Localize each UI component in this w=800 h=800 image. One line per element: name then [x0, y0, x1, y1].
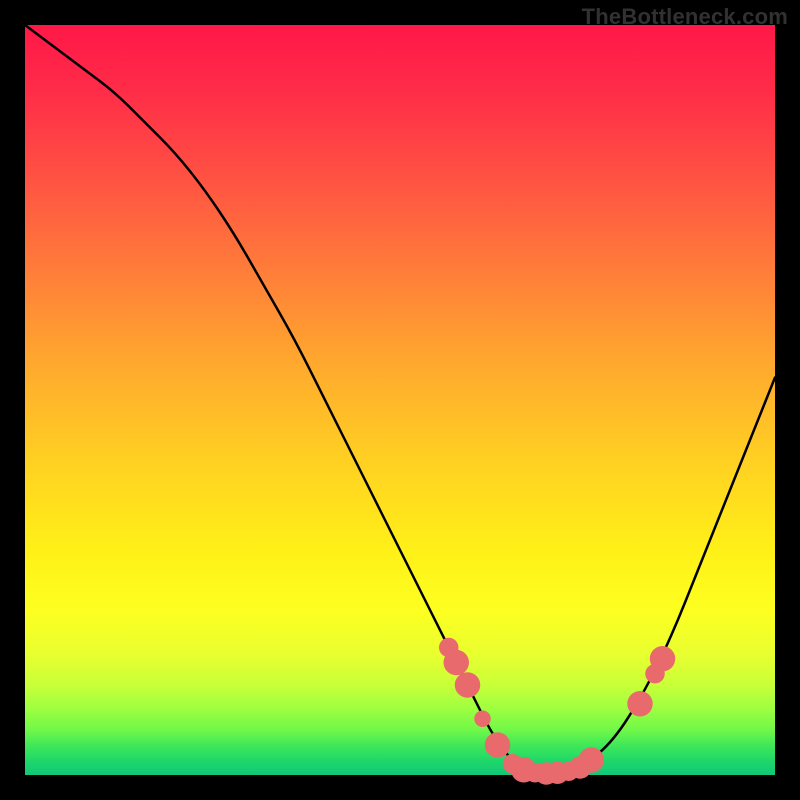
curve-marker — [474, 711, 491, 728]
chart-frame: TheBottleneck.com — [0, 0, 800, 800]
curve-marker — [579, 747, 605, 773]
curve-marker — [650, 646, 676, 672]
curve-marker — [455, 672, 481, 698]
watermark-text: TheBottleneck.com — [582, 4, 788, 30]
curve-markers — [439, 638, 675, 785]
curve-marker — [444, 650, 470, 676]
curve-marker — [485, 732, 511, 758]
curve-layer — [25, 25, 775, 775]
curve-marker — [627, 691, 653, 717]
